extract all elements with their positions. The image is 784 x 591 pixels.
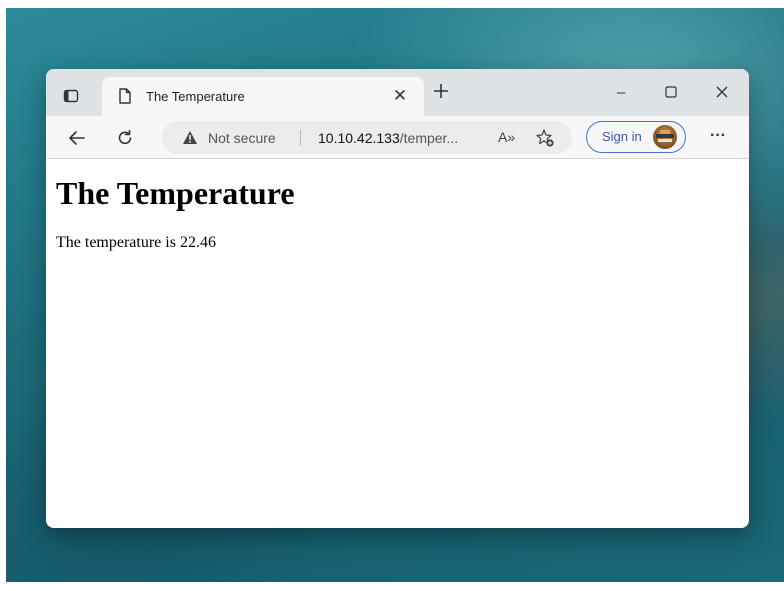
read-aloud-icon[interactable]: A» — [498, 129, 515, 145]
page-icon — [116, 87, 134, 105]
address-divider — [300, 130, 301, 146]
avatar — [653, 125, 677, 149]
close-icon[interactable]: ✕ — [392, 87, 408, 104]
title-bar: The Temperature ✕ – — [46, 69, 749, 116]
close-window-button[interactable] — [708, 79, 736, 105]
browser-window: The Temperature ✕ – Not secure 10.10.42.… — [46, 69, 749, 528]
warning-icon[interactable] — [182, 130, 198, 145]
screenshot-border-left — [0, 0, 6, 591]
page-content: The Temperature The temperature is 22.46 — [46, 160, 749, 528]
tab-actions-icon[interactable] — [60, 85, 82, 107]
url-host: 10.10.42.133 — [318, 130, 400, 146]
navigation-toolbar: Not secure 10.10.42.133/temper... A» Sig… — [46, 116, 749, 159]
tab-title: The Temperature — [146, 89, 245, 104]
temperature-text: The temperature is 22.46 — [56, 234, 216, 251]
back-arrow-icon[interactable] — [64, 125, 90, 151]
sign-in-button[interactable]: Sign in — [586, 121, 686, 153]
tab-the-temperature[interactable]: The Temperature ✕ — [102, 77, 424, 116]
screenshot-border-top — [0, 0, 784, 8]
security-label[interactable]: Not secure — [208, 130, 276, 146]
url-path: /temper... — [399, 130, 459, 146]
maximize-icon — [665, 86, 677, 98]
page-heading: The Temperature — [56, 175, 295, 211]
plus-icon[interactable] — [430, 82, 452, 104]
refresh-icon[interactable] — [112, 125, 138, 151]
maximize-button[interactable] — [657, 79, 685, 105]
more-options-icon[interactable]: ··· — [706, 126, 730, 150]
sign-in-label: Sign in — [602, 129, 642, 144]
url-text[interactable]: 10.10.42.133/temper... — [318, 130, 458, 146]
screenshot-border-bottom — [0, 582, 784, 591]
minimize-icon: – — [616, 83, 626, 101]
close-window-icon — [716, 86, 728, 98]
minimize-button[interactable]: – — [607, 79, 635, 105]
address-bar[interactable]: Not secure 10.10.42.133/temper... A» — [162, 121, 572, 154]
favorites-icon[interactable] — [535, 128, 555, 148]
